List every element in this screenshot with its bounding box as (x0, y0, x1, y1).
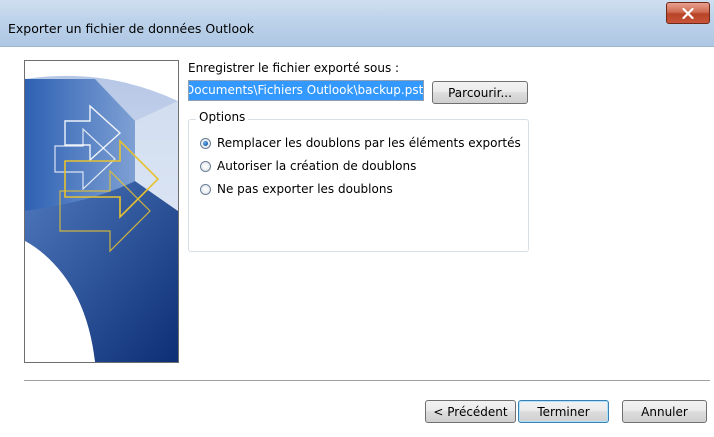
close-icon (682, 7, 694, 19)
option-no-export-duplicates[interactable]: Ne pas exporter les doublons (200, 182, 393, 196)
dialog-body: Enregistrer le fichier exporté sous : Do… (0, 47, 714, 437)
option-no-export-duplicates-label: Ne pas exporter les doublons (217, 182, 393, 196)
radio-replace-duplicates[interactable] (200, 137, 211, 149)
radio-allow-duplicates[interactable] (200, 160, 211, 172)
radio-no-export-duplicates[interactable] (200, 183, 211, 195)
footer-separator (24, 380, 710, 382)
wizard-illustration (24, 60, 179, 363)
cancel-button[interactable]: Annuler (622, 400, 707, 423)
close-button[interactable] (666, 2, 710, 24)
finish-button[interactable]: Terminer (518, 400, 609, 423)
title-bar: Exporter un fichier de données Outlook (0, 0, 714, 47)
window-title: Exporter un fichier de données Outlook (8, 21, 255, 36)
option-replace-duplicates-label: Remplacer les doublons par les éléments … (217, 136, 521, 150)
option-allow-duplicates-label: Autoriser la création de doublons (217, 159, 417, 173)
options-legend: Options (196, 110, 249, 124)
export-path-field[interactable]: Documents\Fichiers Outlook\backup.pst (188, 80, 424, 101)
option-replace-duplicates[interactable]: Remplacer les doublons par les éléments … (200, 136, 521, 150)
browse-button[interactable]: Parcourir... (432, 81, 528, 104)
save-as-label: Enregistrer le fichier exporté sous : (188, 61, 400, 75)
export-path-value: Documents\Fichiers Outlook\backup.pst (189, 81, 423, 100)
option-allow-duplicates[interactable]: Autoriser la création de doublons (200, 159, 416, 173)
back-button[interactable]: < Précédent (425, 400, 516, 423)
